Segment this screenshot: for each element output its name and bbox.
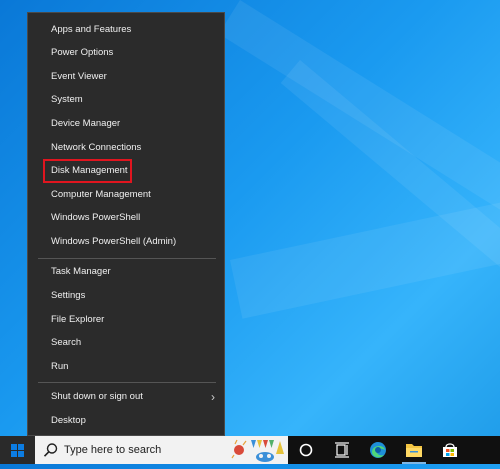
store-taskbar-button[interactable] [432, 436, 468, 464]
menu-item-device-manager[interactable]: Device Manager [28, 113, 224, 135]
menu-item-network-connections[interactable]: Network Connections [28, 137, 224, 159]
menu-item-system[interactable]: System [28, 89, 224, 111]
task-view-icon [335, 442, 349, 458]
menu-item-label: Desktop [51, 415, 86, 426]
menu-item-label: Windows PowerShell (Admin) [51, 236, 177, 247]
cortana-button[interactable] [288, 436, 324, 464]
menu-item-task-manager[interactable]: Task Manager [28, 261, 224, 283]
taskbar-search-box[interactable]: Type here to search [35, 436, 288, 464]
search-placeholder: Type here to search [64, 444, 162, 456]
menu-item-desktop[interactable]: Desktop [28, 410, 224, 432]
menu-item-label: Shut down or sign out [51, 391, 143, 402]
edge-taskbar-button[interactable] [360, 436, 396, 464]
menu-item-search[interactable]: Search [28, 332, 224, 354]
menu-item-label: Windows PowerShell [51, 212, 141, 223]
menu-item-label: Disk Management [51, 165, 128, 176]
menu-item-power-options[interactable]: Power Options [28, 42, 224, 64]
menu-item-label: Settings [51, 290, 86, 301]
start-button[interactable] [0, 436, 35, 464]
menu-item-label: Event Viewer [51, 71, 107, 82]
menu-item-label: Power Options [51, 47, 114, 58]
menu-separator [38, 258, 216, 259]
menu-item-label: Apps and Features [51, 24, 132, 35]
menu-item-computer-management[interactable]: Computer Management [28, 184, 224, 206]
file-explorer-taskbar-button[interactable] [396, 436, 432, 464]
windows-start-icon [11, 444, 24, 457]
search-highlight-illustration-icon [231, 436, 288, 464]
store-icon [443, 443, 457, 457]
menu-item-apps-and-features[interactable]: Apps and Features [28, 19, 224, 41]
edge-icon [370, 442, 386, 458]
task-view-button[interactable] [324, 436, 360, 464]
chevron-right-icon: › [211, 390, 215, 404]
file-explorer-icon [406, 444, 422, 457]
menu-item-disk-management[interactable]: Disk Management [28, 159, 224, 183]
menu-item-shut-down-or-sign-out[interactable]: Shut down or sign out › [28, 386, 224, 408]
menu-item-label: Device Manager [51, 118, 121, 129]
taskbar: Type here to search [0, 436, 500, 464]
menu-item-settings[interactable]: Settings [28, 285, 224, 307]
menu-item-label: Computer Management [51, 189, 151, 200]
menu-item-file-explorer[interactable]: File Explorer [28, 309, 224, 331]
search-icon [43, 443, 58, 457]
menu-item-label: System [51, 94, 83, 105]
menu-item-label: Task Manager [51, 266, 111, 277]
menu-item-label: Search [51, 337, 82, 348]
menu-item-label: Run [51, 361, 69, 372]
power-user-menu: Apps and Features Power Options Event Vi… [27, 12, 225, 436]
cortana-icon [299, 443, 313, 457]
menu-item-windows-powershell-admin[interactable]: Windows PowerShell (Admin) [28, 231, 224, 253]
menu-item-label: Network Connections [51, 142, 142, 153]
menu-separator [38, 382, 216, 383]
menu-item-windows-powershell[interactable]: Windows PowerShell [28, 207, 224, 229]
wallpaper-ray [230, 193, 500, 319]
menu-item-event-viewer[interactable]: Event Viewer [28, 66, 224, 88]
menu-item-label: File Explorer [51, 314, 105, 325]
menu-item-run[interactable]: Run [28, 356, 224, 378]
